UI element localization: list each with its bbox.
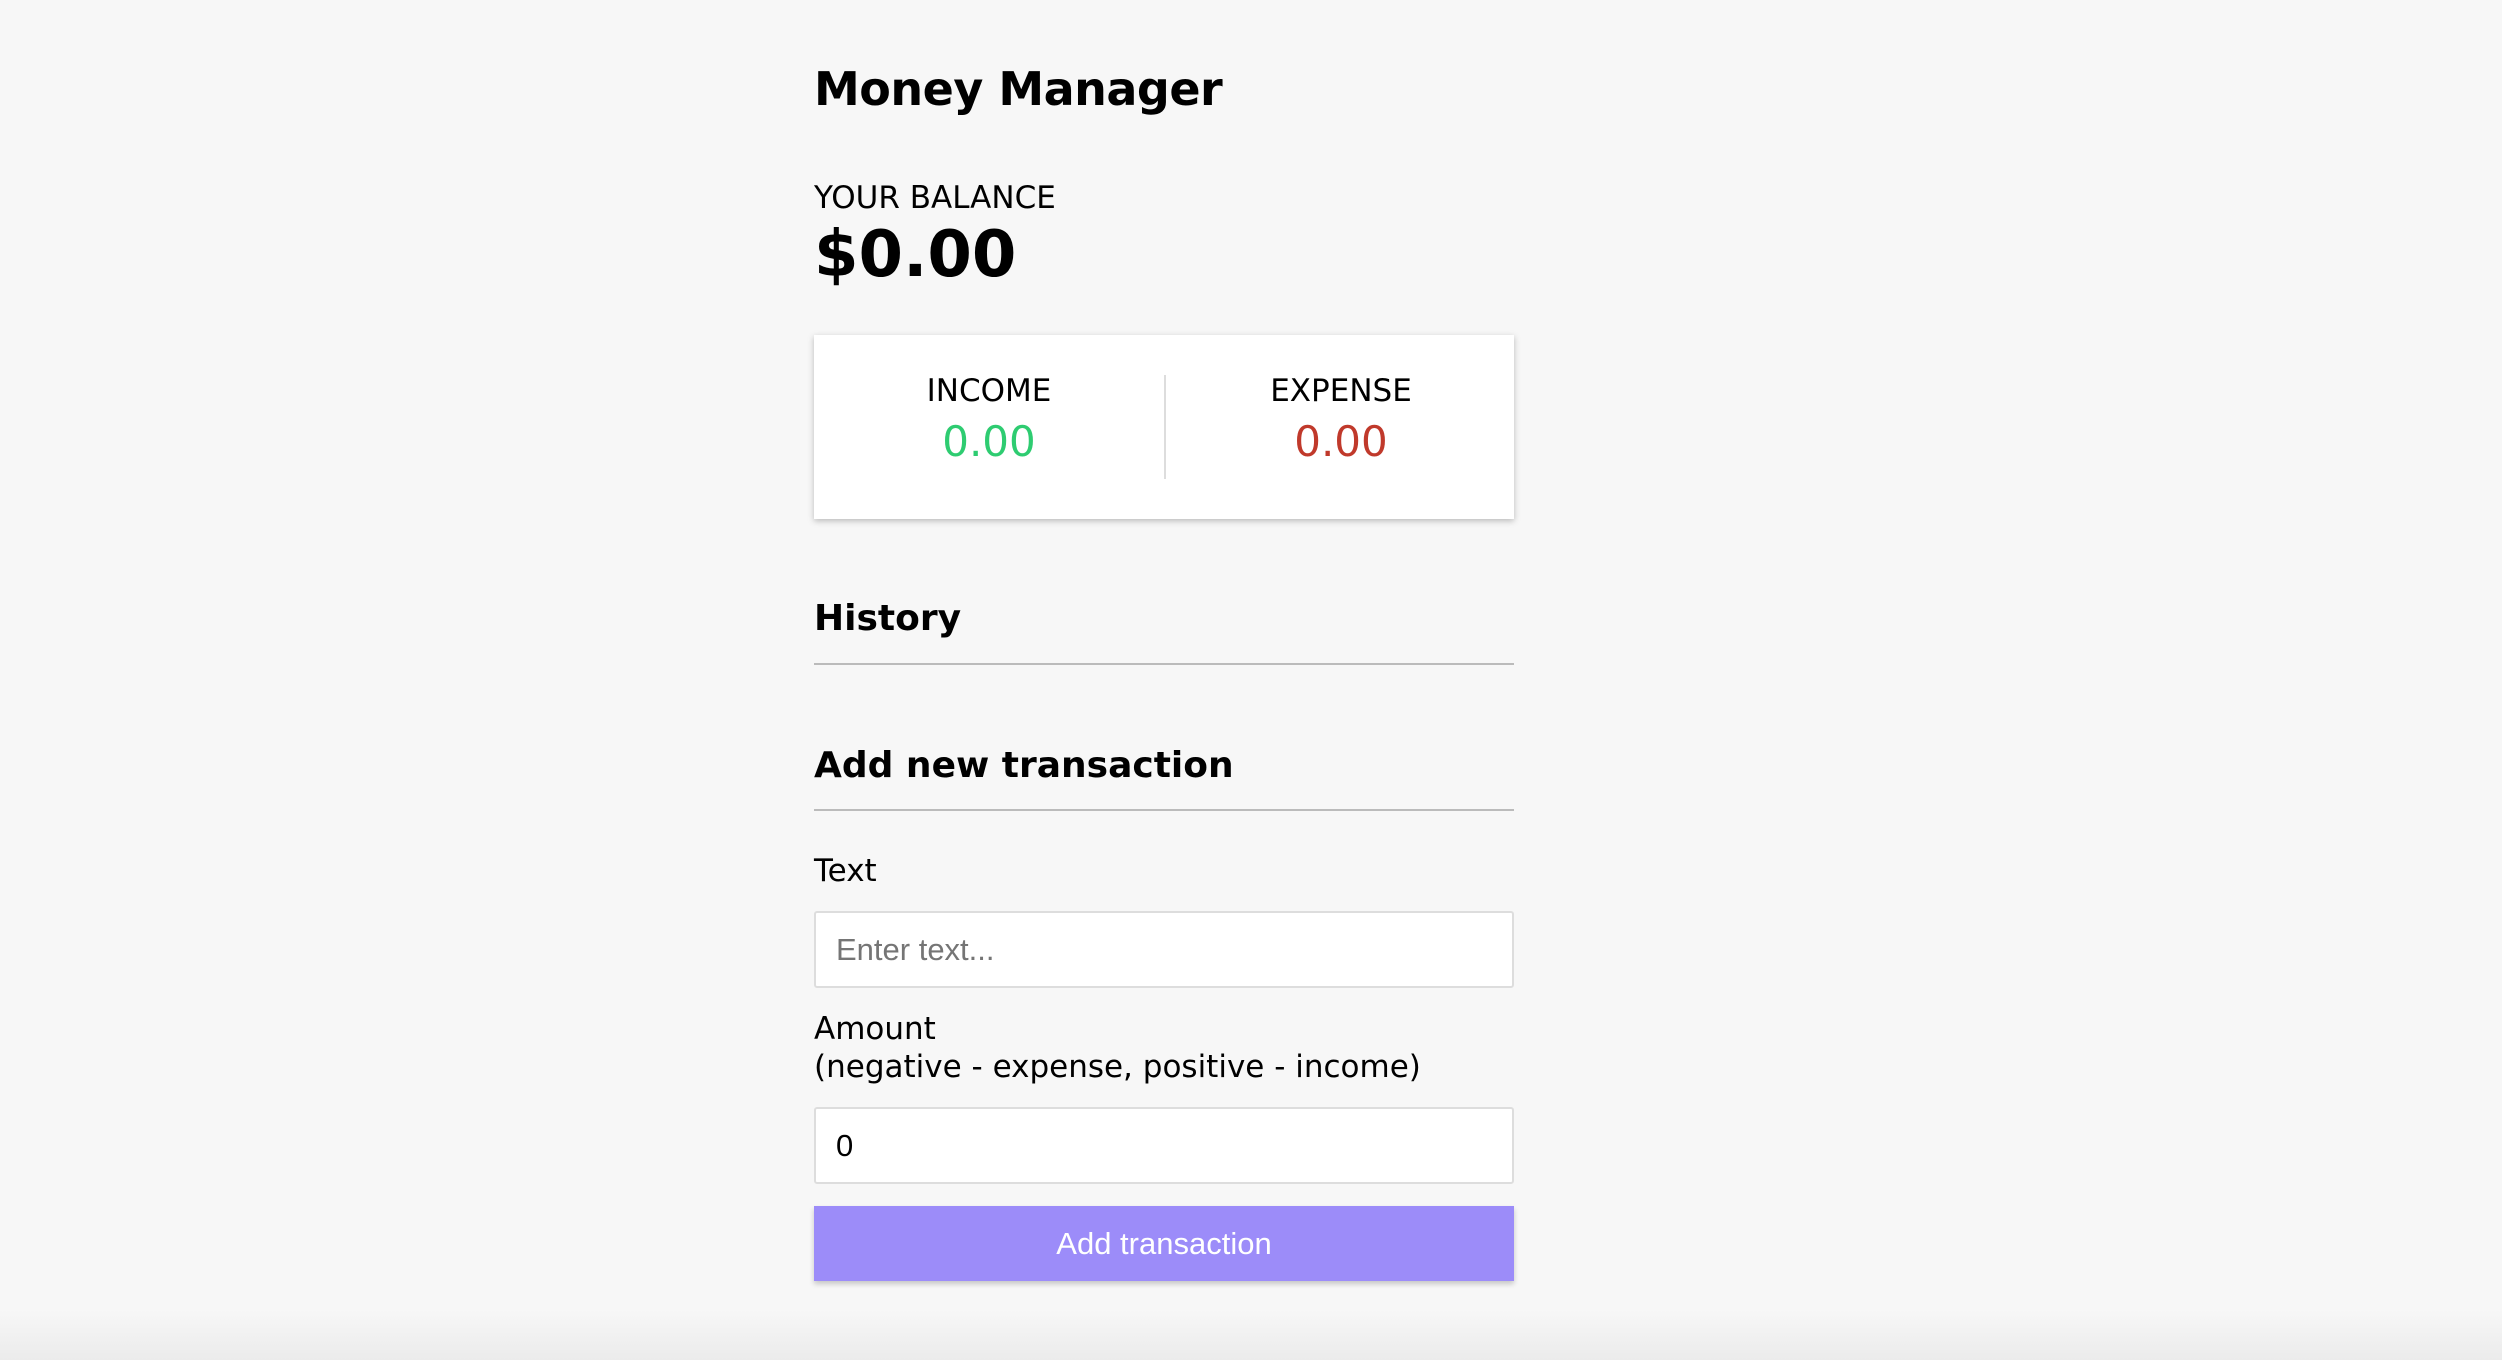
app-title: Money Manager: [814, 62, 1223, 116]
income-label: INCOME: [926, 373, 1052, 409]
income-value: 0.00: [942, 417, 1036, 466]
amount-label-text: Amount: [814, 1011, 936, 1047]
history-heading: History: [814, 598, 962, 639]
expense-value: 0.00: [1294, 417, 1388, 466]
add-transaction-button[interactable]: Add transaction: [814, 1206, 1514, 1281]
income-section: INCOME 0.00: [814, 373, 1164, 466]
history-divider: [814, 663, 1514, 665]
balance-value: $0.00: [814, 218, 1017, 292]
expense-label: EXPENSE: [1270, 373, 1412, 409]
expense-section: EXPENSE 0.00: [1166, 373, 1516, 466]
text-label: Text: [814, 853, 877, 889]
amount-label: Amount (negative - expense, positive - i…: [814, 1010, 1421, 1086]
amount-hint: (negative - expense, positive - income): [814, 1049, 1421, 1085]
page-bottom-fade: [0, 1310, 2502, 1360]
add-transaction-heading: Add new transaction: [814, 745, 1234, 786]
add-transaction-divider: [814, 809, 1514, 811]
amount-input[interactable]: [814, 1107, 1514, 1184]
income-expense-card: INCOME 0.00 EXPENSE 0.00: [814, 335, 1514, 519]
balance-label: YOUR BALANCE: [814, 180, 1056, 216]
text-input[interactable]: [814, 911, 1514, 988]
